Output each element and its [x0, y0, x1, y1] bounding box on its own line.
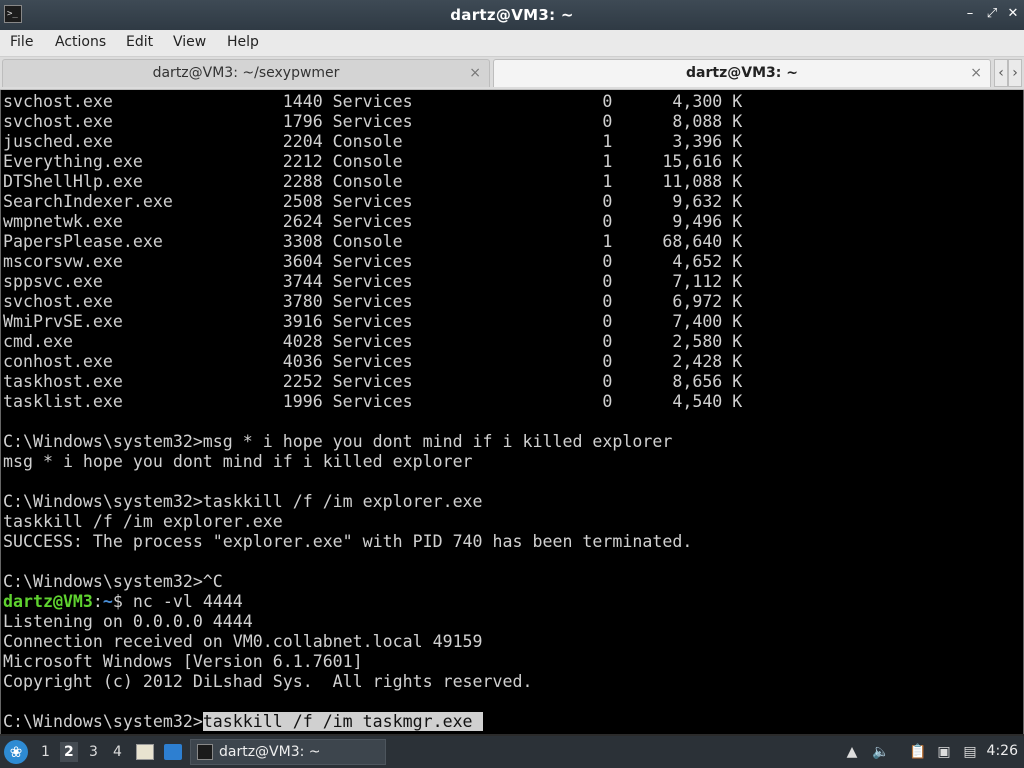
cmd-prompt: C:\Windows\system32>	[3, 712, 203, 731]
tab-home[interactable]: dartz@VM3: ~ ×	[493, 59, 991, 87]
workspace-2[interactable]: 2	[60, 742, 78, 762]
terminal-line: C:\Windows\system32>^C	[3, 572, 223, 591]
menu-actions[interactable]: Actions	[55, 34, 106, 50]
terminal-line: tasklist.exe 1996 Services 0 4,540 K	[3, 392, 743, 411]
menu-view[interactable]: View	[173, 34, 206, 50]
terminal-line: WmiPrvSE.exe 3916 Services 0 7,400 K	[3, 312, 743, 331]
tab-bar: dartz@VM3: ~/sexypwmer × dartz@VM3: ~ × …	[0, 57, 1024, 90]
terminal-line: svchost.exe 1796 Services 0 8,088 K	[3, 112, 743, 131]
terminal-line: Listening on 0.0.0.0 4444	[3, 612, 253, 631]
volume-icon[interactable]: 🔈	[872, 743, 890, 761]
close-tab-icon[interactable]: ×	[469, 60, 481, 86]
terminal-line: taskhost.exe 2252 Services 0 8,656 K	[3, 372, 743, 391]
menu-help[interactable]: Help	[227, 34, 259, 50]
network-icon[interactable]: ▤	[961, 743, 979, 761]
minimize-icon[interactable]: –	[962, 6, 978, 22]
workspace-1[interactable]: 1	[41, 744, 50, 760]
workspace-3[interactable]: 3	[89, 744, 98, 760]
terminal-line: Everything.exe 2212 Console 1 15,616 K	[3, 152, 743, 171]
terminal-line: sppsvc.exe 3744 Services 0 7,112 K	[3, 272, 743, 291]
terminal-line: cmd.exe 4028 Services 0 2,580 K	[3, 332, 743, 351]
taskbar-window-label: dartz@VM3: ~	[219, 744, 321, 760]
terminal-line: jusched.exe 2204 Console 1 3,396 K	[3, 132, 743, 151]
workspace-4[interactable]: 4	[113, 744, 122, 760]
clipboard-icon[interactable]: 📋	[909, 743, 927, 761]
terminal-line: taskkill /f /im explorer.exe	[3, 512, 283, 531]
tab-label: dartz@VM3: ~/sexypwmer	[152, 65, 340, 81]
window-titlebar: >_ dartz@VM3: ~ – ⤢ ✕	[0, 0, 1024, 30]
terminal-line: wmpnetwk.exe 2624 Services 0 9,496 K	[3, 212, 743, 231]
show-desktop-icon[interactable]	[164, 744, 182, 760]
tab-sexypwmer[interactable]: dartz@VM3: ~/sexypwmer ×	[2, 59, 490, 87]
terminal-line: SUCCESS: The process "explorer.exe" with…	[3, 532, 693, 551]
cmd-input-selected[interactable]: taskkill /f /im taskmgr.exe	[202, 712, 483, 731]
terminal-line: Connection received on VM0.collabnet.loc…	[3, 632, 483, 651]
prompt-separator: :	[92, 592, 103, 611]
terminal-line: mscorsvw.exe 3604 Services 0 4,652 K	[3, 252, 743, 271]
terminal-line: C:\Windows\system32>taskkill /f /im expl…	[3, 492, 483, 511]
prompt-user: dartz@VM3	[3, 592, 93, 611]
terminal-line: svchost.exe 1440 Services 0 4,300 K	[3, 92, 743, 111]
prompt-command: nc -vl 4444	[132, 592, 243, 611]
terminal-line: DTShellHlp.exe 2288 Console 1 11,088 K	[3, 172, 743, 191]
terminal-line: conhost.exe 4036 Services 0 2,428 K	[3, 352, 743, 371]
start-menu-icon[interactable]: ❀	[4, 740, 28, 764]
terminal-line: svchost.exe 3780 Services 0 6,972 K	[3, 292, 743, 311]
clock: 4:26	[986, 743, 1018, 759]
menu-bar: File Actions Edit View Help	[0, 30, 1024, 57]
terminal-line: SearchIndexer.exe 2508 Services 0 9,632 …	[3, 192, 743, 211]
close-tab-icon[interactable]: ×	[970, 60, 982, 86]
cmd-input-line[interactable]: C:\Windows\system32>taskkill /f /im task…	[3, 712, 483, 732]
tray-arrow-icon[interactable]: ▲	[843, 743, 861, 761]
tab-label: dartz@VM3: ~	[686, 65, 798, 81]
display-icon[interactable]: ▣	[935, 743, 953, 761]
prompt-symbol: $	[112, 592, 133, 611]
window-title: dartz@VM3: ~	[450, 6, 574, 24]
file-manager-icon[interactable]	[136, 744, 154, 760]
taskbar: ❀ 1 2 3 4 dartz@VM3: ~ ▲ 🔈 📋 ▣ ▤ 4:26	[0, 736, 1024, 768]
terminal-line: C:\Windows\system32>msg * i hope you don…	[3, 432, 673, 451]
terminal-line: PapersPlease.exe 3308 Console 1 68,640 K	[3, 232, 743, 251]
menu-file[interactable]: File	[10, 34, 33, 50]
terminal-line: Microsoft Windows [Version 6.1.7601]	[3, 652, 363, 671]
close-icon[interactable]: ✕	[1005, 6, 1021, 22]
shell-prompt-line: dartz@VM3:~$ nc -vl 4444	[3, 592, 243, 612]
tab-prev-icon[interactable]: ‹	[994, 59, 1008, 87]
terminal-output[interactable]: svchost.exe 1440 Services 0 4,300 Ksvcho…	[0, 90, 1024, 734]
menu-edit[interactable]: Edit	[126, 34, 153, 50]
terminal-icon	[197, 744, 213, 760]
terminal-line: msg * i hope you dont mind if i killed e…	[3, 452, 473, 471]
tab-next-icon[interactable]: ›	[1008, 59, 1022, 87]
terminal-line: Copyright (c) 2012 DiLshad Sys. All righ…	[3, 672, 533, 691]
taskbar-terminal-window[interactable]: dartz@VM3: ~	[190, 739, 386, 765]
prompt-path: ~	[102, 592, 113, 611]
maximize-icon[interactable]: ⤢	[984, 6, 1000, 22]
